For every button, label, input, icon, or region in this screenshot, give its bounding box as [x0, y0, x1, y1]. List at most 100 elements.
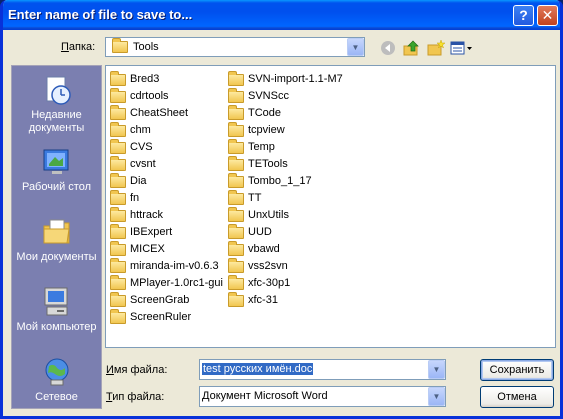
folder-icon — [110, 104, 126, 120]
list-item[interactable]: TT — [228, 189, 343, 207]
list-item[interactable]: vss2svn — [228, 257, 343, 275]
list-item[interactable]: Tombo_1_17 — [228, 172, 343, 190]
list-item[interactable]: ScreenGrab — [110, 291, 223, 309]
folder-icon — [110, 121, 126, 137]
place-recent-documents[interactable]: Недавние документы — [12, 74, 101, 135]
folder-icon — [228, 104, 244, 120]
file-list[interactable]: Bred3 cdrtools CheatSheet chm CVS cvsnt … — [105, 65, 556, 348]
view-menu-icon — [450, 41, 472, 55]
places-bar: Недавние документы Рабочий стол Мои доку… — [11, 65, 102, 409]
list-item[interactable]: chm — [110, 121, 223, 139]
lookin-folder-icon — [112, 38, 131, 54]
place-label: Мои документы — [16, 251, 97, 263]
list-item[interactable]: SVN-import-1.1-M7 — [228, 70, 343, 88]
folder-icon — [228, 138, 244, 154]
lookin-value: Tools — [133, 41, 159, 53]
list-item[interactable]: vbawd — [228, 240, 343, 258]
place-label: Рабочий стол — [21, 181, 92, 193]
folder-icon — [110, 87, 126, 103]
file-column-2: SVN-import-1.1-M7 SVNScc TCode tcpview T… — [228, 70, 343, 309]
place-desktop[interactable]: Рабочий стол — [12, 146, 101, 194]
back-arrow-icon — [381, 41, 395, 55]
save-dialog: Enter name of file to save to... ? ✕ Пап… — [0, 0, 563, 419]
dialog-title: Enter name of file to save to... — [8, 7, 193, 22]
place-label: Мой компьютер — [16, 321, 97, 333]
place-label: Недавние документы — [28, 109, 85, 134]
help-button[interactable]: ? — [513, 5, 534, 26]
chevron-down-icon[interactable]: ▼ — [428, 360, 445, 379]
list-item[interactable]: tcpview — [228, 121, 343, 139]
place-label: Сетевое — [35, 391, 78, 403]
list-item[interactable]: Bred3 — [110, 70, 223, 88]
list-item[interactable]: UUD — [228, 223, 343, 241]
up-folder-button[interactable] — [401, 38, 423, 58]
folder-icon — [228, 240, 244, 256]
my-computer-icon — [44, 287, 67, 316]
view-menu-button[interactable] — [449, 38, 475, 58]
list-item[interactable]: xfc-30p1 — [228, 274, 343, 292]
list-item[interactable]: UnxUtils — [228, 206, 343, 224]
list-item[interactable]: MPlayer-1.0rc1-gui — [110, 274, 223, 292]
list-item[interactable]: Dia — [110, 172, 223, 190]
folder-icon — [110, 240, 126, 256]
list-item[interactable]: ScreenRuler — [110, 308, 223, 326]
cancel-button[interactable]: Отмена — [480, 386, 554, 408]
filename-field[interactable]: test русских имён.doc ▼ — [199, 359, 446, 380]
new-folder-icon — [427, 40, 445, 56]
list-item[interactable]: TCode — [228, 104, 343, 122]
folder-icon — [228, 206, 244, 222]
lookin-label: Папка: — [61, 41, 96, 53]
new-folder-button[interactable] — [425, 38, 447, 58]
list-item[interactable]: xfc-31 — [228, 291, 343, 309]
folder-icon — [228, 121, 244, 137]
chevron-down-icon[interactable]: ▼ — [347, 38, 364, 56]
folder-icon — [228, 87, 244, 103]
list-item[interactable]: cdrtools — [110, 87, 223, 105]
list-item[interactable]: miranda-im-v0.6.3 — [110, 257, 223, 275]
place-network[interactable]: Сетевое — [12, 356, 101, 404]
filetype-value: Документ Microsoft Word — [202, 390, 328, 402]
folder-icon — [110, 138, 126, 154]
close-button[interactable]: ✕ — [537, 5, 558, 26]
place-my-computer[interactable]: Мой компьютер — [12, 286, 101, 334]
chevron-down-icon[interactable]: ▼ — [428, 387, 445, 406]
file-column-1: Bred3 cdrtools CheatSheet chm CVS cvsnt … — [110, 70, 223, 326]
folder-icon — [228, 172, 244, 188]
my-documents-icon — [43, 219, 70, 244]
list-item[interactable]: Temp — [228, 138, 343, 156]
list-item[interactable]: fn — [110, 189, 223, 207]
list-item[interactable]: CVS — [110, 138, 223, 156]
list-item[interactable]: IBExpert — [110, 223, 223, 241]
folder-icon — [110, 308, 126, 324]
folder-icon — [228, 223, 244, 239]
folder-icon — [228, 291, 244, 307]
save-button[interactable]: Сохранить — [480, 359, 554, 381]
folder-icon — [110, 172, 126, 188]
back-button[interactable] — [377, 38, 399, 58]
list-item[interactable]: CheatSheet — [110, 104, 223, 122]
list-item[interactable]: MICEX — [110, 240, 223, 258]
folder-icon — [228, 189, 244, 205]
title-bar[interactable]: Enter name of file to save to... ? ✕ — [3, 0, 560, 30]
place-my-documents[interactable]: Мои документы — [12, 216, 101, 264]
folder-icon — [110, 257, 126, 273]
folder-icon — [110, 189, 126, 205]
folder-icon — [110, 206, 126, 222]
list-item[interactable]: httrack — [110, 206, 223, 224]
folder-icon — [228, 70, 244, 86]
list-item[interactable]: cvsnt — [110, 155, 223, 173]
folder-icon — [228, 155, 244, 171]
recent-documents-icon — [46, 76, 71, 105]
network-icon — [45, 358, 68, 386]
folder-icon — [110, 291, 126, 307]
folder-icon — [110, 155, 126, 171]
folder-icon — [228, 257, 244, 273]
folder-icon — [110, 223, 126, 239]
list-item[interactable]: TETools — [228, 155, 343, 173]
lookin-combo[interactable]: Tools ▼ — [105, 37, 365, 57]
list-item[interactable]: SVNScc — [228, 87, 343, 105]
filename-value: test русских имён.doc — [202, 363, 314, 375]
filetype-select[interactable]: Документ Microsoft Word ▼ — [199, 386, 446, 407]
desktop-icon — [43, 149, 68, 174]
folder-icon — [110, 274, 126, 290]
